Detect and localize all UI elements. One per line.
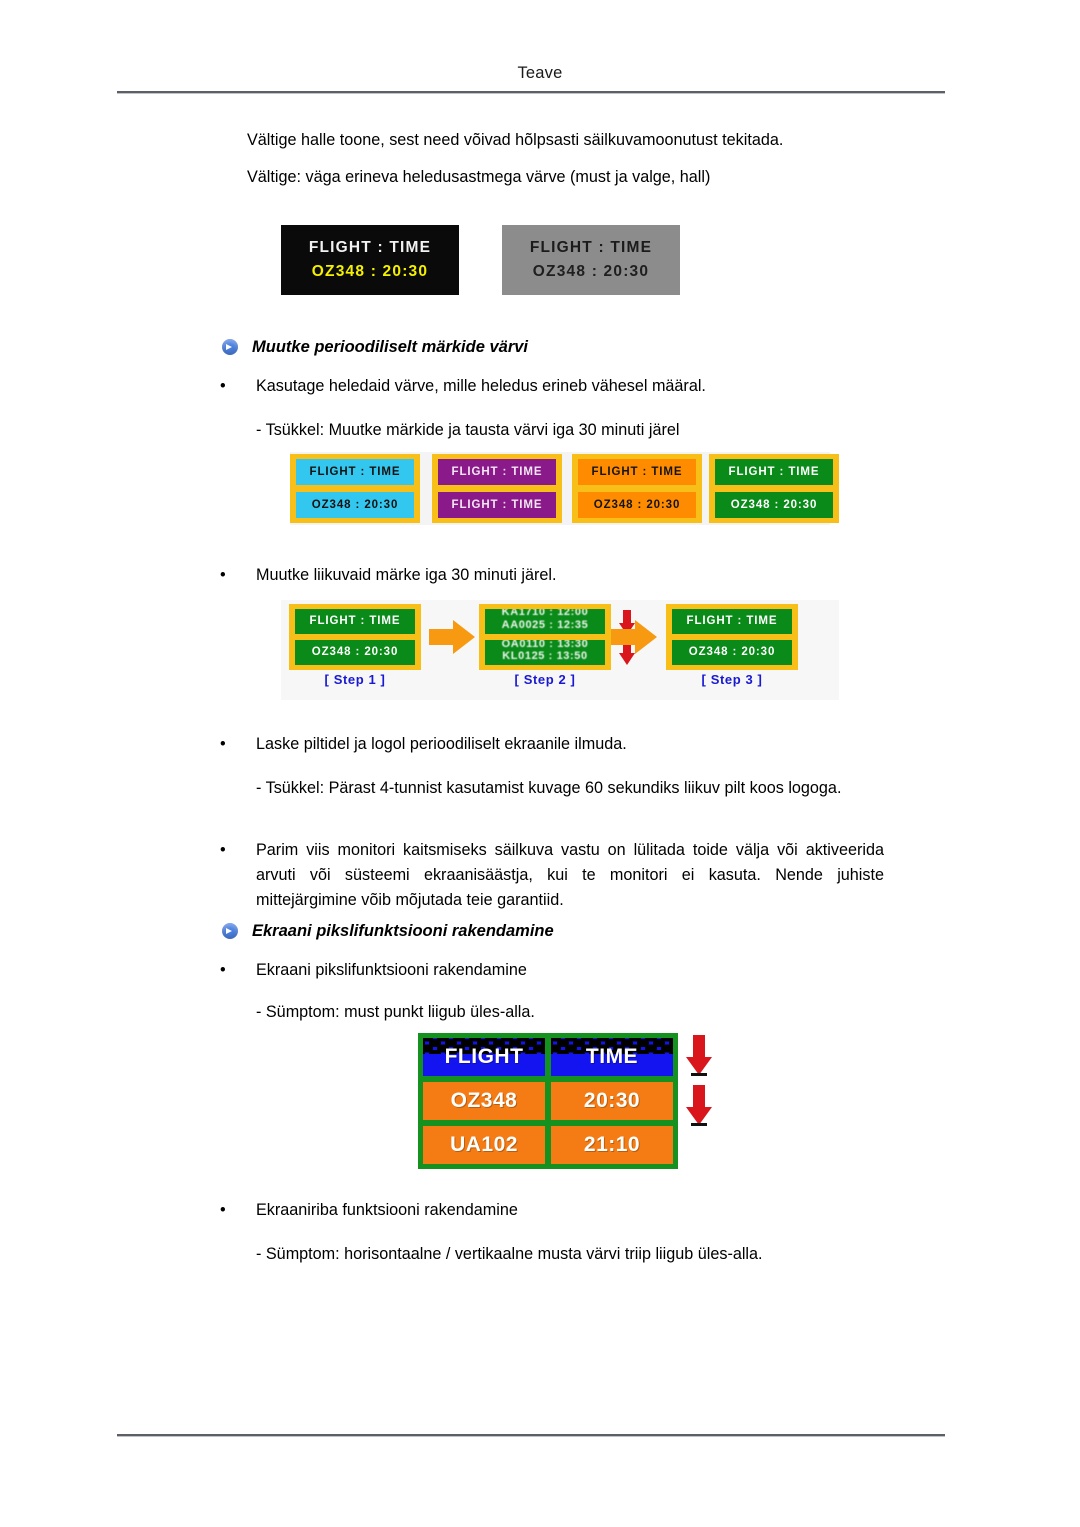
down-arrow-icon-board-1	[686, 1035, 712, 1079]
board-header-flight: FLIGHT	[423, 1038, 545, 1076]
step2-row2-line2: KL0125 : 13:50	[502, 650, 588, 662]
step2-panel: KA1710 : 12:00 AA0025 : 12:35 OA0110 : 1…	[479, 604, 611, 670]
bullet-pixel-function: • Ekraani pikslifunktsiooni rakendamine	[220, 958, 940, 983]
board-header-row: FLIGHT TIME	[423, 1038, 673, 1076]
bullet-marker: •	[220, 841, 226, 859]
color-panel-purple: FLIGHT : TIME FLIGHT : TIME	[432, 454, 562, 523]
bullet-show-images-logo: • Laske piltidel ja logol perioodiliselt…	[220, 732, 940, 757]
bullet-move-characters: • Muutke liikuvaid märke iga 30 minuti j…	[220, 563, 940, 588]
color-panel-cyan-row1: FLIGHT : TIME	[296, 459, 414, 485]
step2-row1-line2: AA0025 : 12:35	[501, 619, 589, 631]
step2-row1-line1: KA1710 : 12:00	[501, 609, 589, 618]
section-heading-label: Muutke perioodiliselt märkide värvi	[252, 338, 529, 356]
intro-line-1: Vältige halle toone, sest need võivad hõ…	[247, 131, 784, 149]
bullet-label: Laske piltidel ja logol perioodiliselt e…	[256, 735, 627, 753]
color-panel-purple-row2: FLIGHT : TIME	[438, 492, 556, 518]
step2-row2: OA0110 : 13:30 KL0125 : 13:50	[485, 640, 605, 665]
step2-label: [ Step 2 ]	[514, 672, 576, 687]
step3-label: [ Step 3 ]	[701, 672, 763, 687]
board-cell-flight-1: OZ348	[423, 1082, 545, 1120]
figure-color-variations: FLIGHT : TIME OZ348 : 20:30 FLIGHT : TIM…	[290, 452, 839, 525]
color-panel-purple-row1: FLIGHT : TIME	[438, 459, 556, 485]
bullet-marker: •	[220, 961, 226, 979]
color-panel-green: FLIGHT : TIME OZ348 : 20:30	[709, 454, 839, 523]
board-header-time: TIME	[551, 1038, 673, 1076]
right-arrow-icon-1	[429, 620, 475, 654]
bullet-marker: •	[220, 566, 226, 584]
panel-dark-example: FLIGHT : TIME OZ348 : 20:30	[281, 225, 459, 295]
step2-row1: KA1710 : 12:00 AA0025 : 12:35	[485, 609, 605, 634]
sub-cycle-4h-logo: - Tsükkel: Pärast 4-tunnist kasutamist k…	[256, 779, 842, 797]
panel-dark-row1: FLIGHT : TIME	[308, 239, 432, 256]
color-panel-orange: FLIGHT : TIME OZ348 : 20:30	[572, 454, 702, 523]
color-panel-orange-row1: FLIGHT : TIME	[578, 459, 696, 485]
board-cell-flight-2: UA102	[423, 1126, 545, 1164]
bullet-marker: •	[220, 1201, 226, 1219]
header-rule	[117, 91, 945, 93]
bullet-screen-bar-function: • Ekraaniriba funktsiooni rakendamine	[220, 1198, 940, 1223]
step1-row1: FLIGHT : TIME	[295, 609, 415, 634]
bullet-marker: •	[220, 377, 226, 395]
board-arrows	[684, 1033, 714, 1169]
step3-row1: FLIGHT : TIME	[672, 609, 792, 634]
step2-row2-line1: OA0110 : 13:30	[501, 640, 589, 650]
panel-gray-example: FLIGHT : TIME OZ348 : 20:30	[502, 225, 680, 295]
board-cell-time-1: 20:30	[551, 1082, 673, 1120]
panel-gray-row1: FLIGHT : TIME	[529, 239, 653, 256]
footer-rule	[117, 1434, 945, 1436]
bullet-marker: •	[220, 735, 226, 753]
step1-label: [ Step 1 ]	[324, 672, 386, 687]
page-header-title: Teave	[517, 64, 563, 82]
bullet-label: Parim viis monitori kaitsmiseks säilkuva…	[256, 841, 884, 909]
board-row: OZ348 20:30	[423, 1082, 673, 1120]
color-panel-green-row1: FLIGHT : TIME	[715, 459, 833, 485]
step1-panel: FLIGHT : TIME OZ348 : 20:30	[289, 604, 421, 670]
step3-row2: OZ348 : 20:30	[672, 640, 792, 665]
bullet-best-protection: • Parim viis monitori kaitsmiseks säilku…	[220, 838, 940, 913]
bullet-label: Ekraaniriba funktsiooni rakendamine	[256, 1201, 518, 1219]
bullet-label: Kasutage heledaid värve, mille heledus e…	[256, 377, 706, 395]
bullet-use-light-colors: • Kasutage heledaid värve, mille heledus…	[220, 374, 940, 399]
board-cell-time-2: 21:10	[551, 1126, 673, 1164]
down-arrow-icon-board-2	[686, 1085, 712, 1129]
intro-line-2: Vältige: väga erineva heledusastmega vär…	[247, 168, 711, 186]
figure-flight-board: FLIGHT TIME OZ348 20:30 UA102 21:10	[418, 1033, 678, 1169]
panel-dark-row2: OZ348 : 20:30	[311, 263, 429, 280]
section-heading-change-colors: Muutke perioodiliselt märkide värvi	[222, 338, 528, 357]
section-heading-label: Ekraani pikslifunktsiooni rakendamine	[252, 922, 554, 940]
color-panel-cyan: FLIGHT : TIME OZ348 : 20:30	[290, 454, 420, 523]
section-heading-pixel-function: Ekraani pikslifunktsiooni rakendamine	[222, 922, 554, 941]
blue-arrow-icon	[222, 339, 238, 355]
color-panel-cyan-row2: OZ348 : 20:30	[296, 492, 414, 518]
step3-panel: FLIGHT : TIME OZ348 : 20:30	[666, 604, 798, 670]
color-panel-orange-row2: OZ348 : 20:30	[578, 492, 696, 518]
step1-row2: OZ348 : 20:30	[295, 640, 415, 665]
color-panel-green-row2: OZ348 : 20:30	[715, 492, 833, 518]
board-row: UA102 21:10	[423, 1126, 673, 1164]
sub-symptom-black-dot: - Sümptom: must punkt liigub üles-alla.	[256, 1003, 535, 1021]
panel-gray-row2: OZ348 : 20:30	[532, 263, 650, 280]
figure-scroll-steps: FLIGHT : TIME OZ348 : 20:30 [ Step 1 ] K…	[281, 600, 839, 700]
bullet-label: Muutke liikuvaid märke iga 30 minuti jär…	[256, 566, 557, 584]
sub-cycle-30min-colors: - Tsükkel: Muutke märkide ja tausta värv…	[256, 421, 680, 439]
blue-arrow-icon	[222, 923, 238, 939]
document-page: Teave Vältige halle toone, sest need või…	[0, 0, 1080, 1527]
right-arrow-icon-2	[611, 620, 657, 654]
bullet-label: Ekraani pikslifunktsiooni rakendamine	[256, 961, 527, 979]
sub-symptom-black-stripe: - Sümptom: horisontaalne / vertikaalne m…	[256, 1245, 763, 1263]
